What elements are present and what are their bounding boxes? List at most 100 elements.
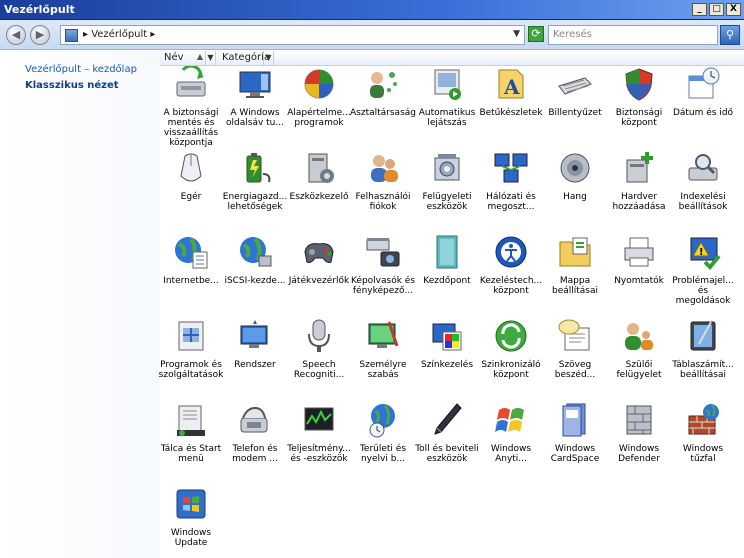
close-button[interactable]: X bbox=[726, 3, 741, 16]
control-panel-item-label: Windows Update bbox=[170, 528, 212, 548]
column-category-dropdown-icon[interactable]: ▼ bbox=[264, 51, 274, 65]
search-icon[interactable]: ⚲ bbox=[720, 25, 740, 45]
control-panel-item-label: Kezdőpont bbox=[423, 276, 471, 286]
firewall-icon bbox=[685, 402, 721, 438]
control-panel-item-label: Windows Defender bbox=[618, 444, 660, 464]
regional-language-icon bbox=[365, 402, 401, 438]
control-panel-item[interactable]: Játékvezérlők bbox=[288, 234, 350, 318]
control-panel-item[interactable]: Alapértelme... programok bbox=[287, 66, 351, 150]
control-panel-item-label: Képolvasók és fényképező... bbox=[350, 276, 416, 296]
control-panel-item[interactable]: Szöveg beszéd... bbox=[544, 318, 606, 402]
control-panel-item[interactable]: Nyomtatók bbox=[608, 234, 670, 318]
minimize-button[interactable]: _ bbox=[692, 3, 707, 16]
control-panel-item[interactable]: Asztaltársaság bbox=[350, 66, 416, 150]
control-panel-item[interactable]: Programok és szolgáltatások bbox=[159, 318, 223, 402]
address-bar[interactable]: ▸ Vezérlőpult ▸ ▼ bbox=[60, 25, 525, 45]
control-panel-item[interactable]: Egér bbox=[160, 150, 222, 234]
control-panel-item[interactable]: iSCSI-kezde... bbox=[224, 234, 286, 318]
control-panel-item[interactable]: Kezdőpont bbox=[416, 234, 478, 318]
control-panel-item[interactable]: A biztonsági mentés és visszaállítás köz… bbox=[160, 66, 222, 150]
mouse-icon bbox=[173, 150, 209, 186]
column-filter-dropdown-icon[interactable]: ▼ bbox=[206, 51, 216, 65]
control-panel-item-label: Hálózati és megoszt... bbox=[486, 192, 536, 212]
default-programs-icon bbox=[301, 66, 337, 102]
control-panel-item[interactable]: ! Problémajel... és megoldások bbox=[672, 234, 734, 318]
control-panel-item[interactable]: Szinkronizáló központ bbox=[480, 318, 542, 402]
indexing-icon bbox=[685, 150, 721, 186]
game-controllers-icon bbox=[301, 234, 337, 270]
breadcrumb[interactable]: ▸ Vezérlőpult ▸ bbox=[83, 29, 155, 40]
control-panel-item[interactable]: Felhasználói fiókok bbox=[352, 150, 414, 234]
control-panel-item[interactable]: A Windows oldalsáv tu... bbox=[224, 66, 286, 150]
scanners-cameras-icon bbox=[365, 234, 401, 270]
control-panel-item-label: Szöveg beszéd... bbox=[554, 360, 596, 380]
problem-reports-icon: ! bbox=[685, 234, 721, 270]
control-panel-item[interactable]: Színkezelés bbox=[416, 318, 478, 402]
column-name[interactable]: Név ▲ bbox=[160, 51, 206, 65]
control-panel-item[interactable]: Területi és nyelvi b... bbox=[352, 402, 414, 486]
control-panel-item[interactable]: Felügyeleti eszközök bbox=[416, 150, 478, 234]
control-panel-item[interactable]: Mappa beállításai bbox=[544, 234, 606, 318]
control-panel-item[interactable]: Windows CardSpace bbox=[544, 402, 606, 486]
tablet-pc-icon bbox=[685, 318, 721, 354]
control-panel-item-label: Felügyeleti eszközök bbox=[422, 192, 472, 212]
admin-tools-icon bbox=[429, 150, 465, 186]
control-panel-item[interactable]: A Betűkészletek bbox=[479, 66, 543, 150]
control-panel-item[interactable]: Hang bbox=[544, 150, 606, 234]
control-panel-item-label: Internetbe... bbox=[163, 276, 219, 286]
control-panel-item-label: Biztonsági központ bbox=[615, 108, 663, 128]
control-panel-item-label: Felhasználói fiókok bbox=[355, 192, 411, 212]
address-dropdown-icon[interactable]: ▼ bbox=[513, 29, 520, 39]
refresh-icon[interactable]: ⟳ bbox=[528, 26, 544, 42]
control-panel-item[interactable]: Hardver hozzáadása bbox=[608, 150, 670, 234]
control-panel-item[interactable]: Speech Recogniti... bbox=[288, 318, 350, 402]
control-panel-item[interactable]: Dátum és idő bbox=[672, 66, 734, 150]
column-category-label: Kategória bbox=[222, 52, 271, 63]
control-panel-item[interactable]: Energiagazd... lehetőségek bbox=[223, 150, 287, 234]
control-panel-item-label: Betűkészletek bbox=[479, 108, 543, 118]
title-bar: Vezérlőpult _ □ X bbox=[0, 0, 744, 20]
control-panel-item[interactable]: Billentyűzet bbox=[544, 66, 606, 150]
control-panel-item[interactable]: Képolvasók és fényképező... bbox=[350, 234, 416, 318]
system-icon bbox=[237, 318, 273, 354]
column-category[interactable]: Kategória bbox=[218, 51, 270, 65]
control-panel-item[interactable]: Indexelési beállítások bbox=[672, 150, 734, 234]
control-panel-item[interactable]: Windows Update bbox=[160, 486, 222, 558]
control-panel-item[interactable]: Eszközkezelő bbox=[288, 150, 350, 234]
control-panel-item-label: Játékvezérlők bbox=[288, 276, 350, 286]
navigation-bar: ◀ ▶ ▸ Vezérlőpult ▸ ▼ ⟳ Keresés ⚲ bbox=[0, 20, 744, 50]
forward-arrow-icon[interactable]: ▶ bbox=[30, 25, 50, 45]
control-panel-icon bbox=[65, 29, 78, 42]
control-panel-item[interactable]: Biztonsági központ bbox=[608, 66, 670, 150]
control-panel-home-link[interactable]: Vezérlőpult – kezdőlap bbox=[25, 64, 137, 75]
sort-arrow-icon: ▲ bbox=[196, 52, 203, 61]
control-panel-item[interactable]: Windows Defender bbox=[608, 402, 670, 486]
control-panel-item[interactable]: Kezeléstech... központ bbox=[480, 234, 542, 318]
breadcrumb-control-panel[interactable]: Vezérlőpult bbox=[91, 29, 147, 40]
control-panel-item[interactable]: Táblaszámít... beállításai bbox=[672, 318, 734, 402]
control-panel-item-label: Szinkronizáló központ bbox=[481, 360, 541, 380]
control-panel-item[interactable]: Tálca és Start menü bbox=[160, 402, 222, 486]
control-panel-item-label: Táblaszámít... beállításai bbox=[672, 360, 734, 380]
control-panel-item[interactable]: Személyre szabás bbox=[352, 318, 414, 402]
search-input[interactable]: Keresés bbox=[548, 25, 718, 45]
control-panel-item[interactable]: Hálózati és megoszt... bbox=[480, 150, 542, 234]
control-panel-item[interactable]: Windows Anyti... bbox=[480, 402, 542, 486]
control-panel-item-label: A biztonsági mentés és visszaállítás köz… bbox=[163, 108, 219, 148]
control-panel-item-label: Dátum és idő bbox=[672, 108, 734, 118]
maximize-button[interactable]: □ bbox=[709, 3, 724, 16]
control-panel-item-label: Szülői felügyelet bbox=[616, 360, 662, 380]
control-panel-item[interactable]: Toll és beviteli eszközök bbox=[415, 402, 479, 486]
control-panel-item[interactable]: Rendszer bbox=[224, 318, 286, 402]
control-panel-item[interactable]: Windows tűzfal bbox=[672, 402, 734, 486]
classic-view-link[interactable]: Klasszikus nézet bbox=[25, 80, 119, 91]
phone-modem-icon bbox=[237, 402, 273, 438]
column-header: Név ▲ ▼ Kategória ▼ bbox=[160, 51, 744, 66]
control-panel-item[interactable]: Automatikus lejátszás bbox=[416, 66, 478, 150]
control-panel-item[interactable]: Telefon és modem ... bbox=[224, 402, 286, 486]
back-arrow-icon[interactable]: ◀ bbox=[6, 25, 26, 45]
control-panel-item[interactable]: Szülői felügyelet bbox=[608, 318, 670, 402]
control-panel-item[interactable]: Teljesítmény... és -eszközök bbox=[287, 402, 351, 486]
control-panel-item-label: Területi és nyelvi b... bbox=[359, 444, 407, 464]
control-panel-item[interactable]: Internetbe... bbox=[160, 234, 222, 318]
